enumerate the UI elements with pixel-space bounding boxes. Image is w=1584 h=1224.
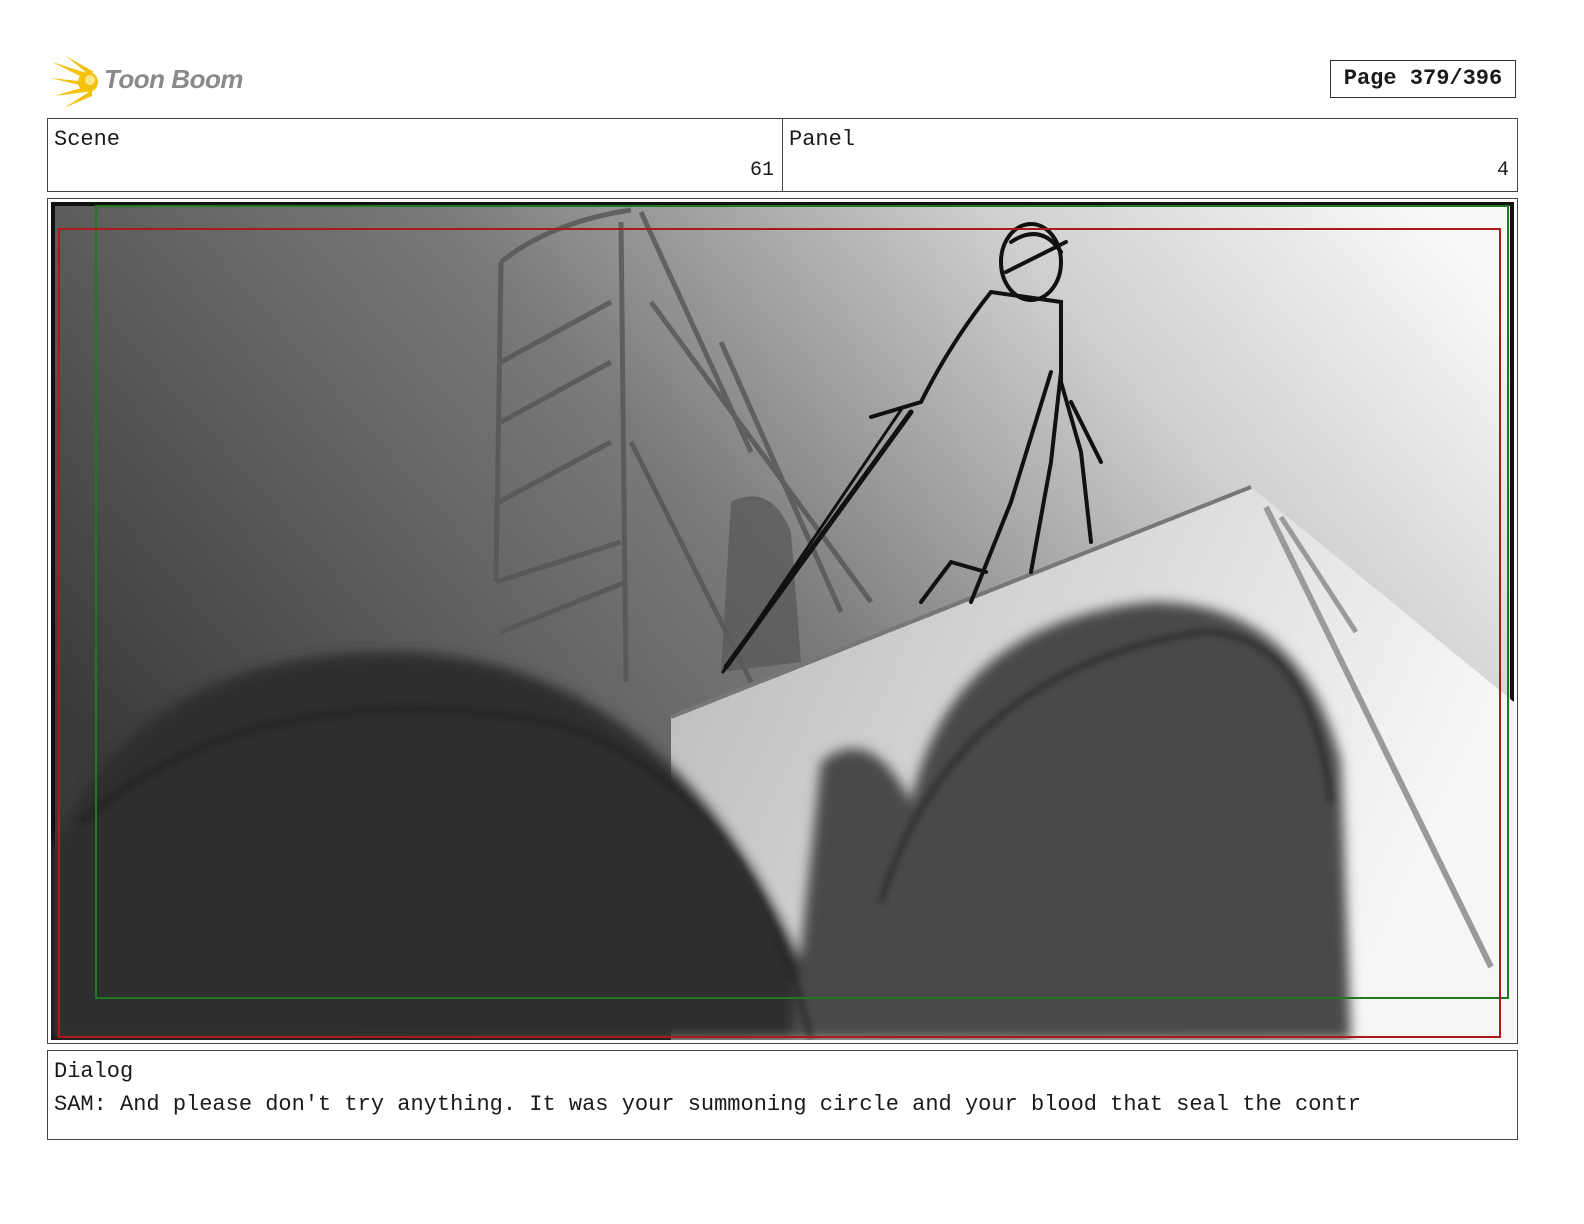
page-number: Page 379/396 (1330, 60, 1516, 98)
scene-label: Scene (54, 127, 121, 152)
scene-cell: Scene 61 (48, 119, 782, 191)
dialog-label: Dialog (54, 1059, 134, 1084)
storyboard-sketch (51, 202, 1514, 1040)
panel-cell: Panel 4 (782, 119, 1517, 191)
scene-number: 61 (749, 159, 774, 182)
logo-wordmark: Toon Boom (104, 64, 243, 94)
storyboard-frame (47, 198, 1518, 1044)
panel-number: 4 (1496, 159, 1509, 182)
scene-panel-header: Scene 61 Panel 4 (47, 118, 1518, 192)
panel-label: Panel (789, 127, 856, 152)
dialog-text: SAM: And please don't try anything. It w… (54, 1092, 1362, 1117)
dialog-box: Dialog SAM: And please don't try anythin… (47, 1050, 1518, 1140)
